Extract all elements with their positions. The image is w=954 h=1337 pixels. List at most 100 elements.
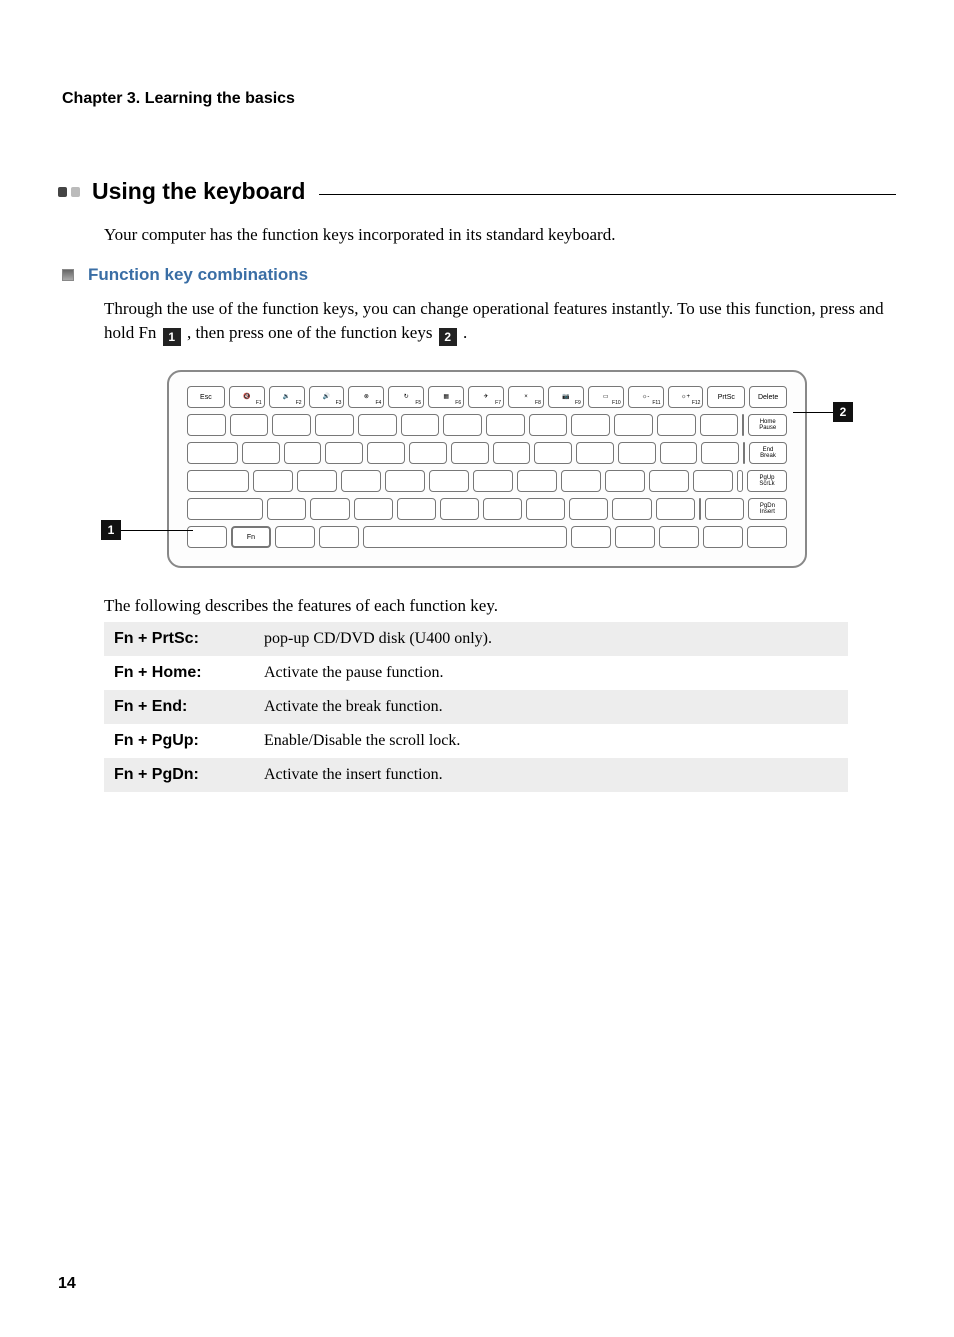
fk-desc: Activate the pause function. [254,656,848,690]
key-blank [605,470,645,492]
key-blank [571,526,611,548]
key-blank [701,442,739,464]
key-blank [705,498,744,520]
key-blank [319,526,359,548]
para-part-b: , then press one of the function keys [187,323,437,342]
fk-key: Fn + PrtSc: [104,622,254,656]
key-blank [325,442,363,464]
key-blank [187,498,263,520]
fk-desc: Activate the break function. [254,690,848,724]
key-blank [341,470,381,492]
table-row: Fn + PrtSc: pop-up CD/DVD disk (U400 onl… [104,622,848,656]
table-row: Fn + Home: Activate the pause function. [104,656,848,690]
key-blank [649,470,689,492]
key-blank [473,470,513,492]
section-bullet-icon [58,185,84,199]
key-blank [699,498,701,520]
keyboard-function-row: Esc 🔇F1 🔉F2 🔊F3 ⊗F4 ↻F5 ▦F6 ✈F7 ×F8 📷F9 … [187,386,787,408]
key-f3: 🔊F3 [309,386,345,408]
table-row: Fn + PgDn: Activate the insert function. [104,758,848,792]
key-f11: ☼-F11 [628,386,664,408]
key-blank [703,526,743,548]
key-blank [440,498,479,520]
key-blank [569,498,608,520]
key-blank [737,470,743,492]
fk-desc: pop-up CD/DVD disk (U400 only). [254,622,848,656]
key-blank [561,470,601,492]
key-blank [267,498,306,520]
key-blank [187,414,226,436]
key-blank [401,414,440,436]
key-fn: Fn [231,526,271,548]
fk-key: Fn + Home: [104,656,254,690]
callout-badge-1: 1 [101,520,121,540]
section-header: Using the keyboard [58,178,896,205]
key-blank [230,414,269,436]
fk-desc: Activate the insert function. [254,758,848,792]
key-blank [493,442,531,464]
key-blank [700,414,739,436]
key-blank [517,470,557,492]
key-blank [297,470,337,492]
keyboard-outline: Esc 🔇F1 🔉F2 🔊F3 ⊗F4 ↻F5 ▦F6 ✈F7 ×F8 📷F9 … [167,370,807,568]
fk-key: Fn + PgDn: [104,758,254,792]
key-f4: ⊗F4 [348,386,384,408]
key-pgup-scrlk: PgUp ScrLk [747,470,787,492]
fk-desc: Enable/Disable the scroll lock. [254,724,848,758]
key-blank [358,414,397,436]
key-blank [660,442,698,464]
key-f9: 📷F9 [548,386,584,408]
callout-badge-2: 2 [833,402,853,422]
keyboard-row-6: Fn [187,526,787,548]
section-dash [319,194,896,195]
key-blank [483,498,522,520]
key-space [363,526,567,548]
subsection-header: Function key combinations [62,265,896,285]
key-blank [529,414,568,436]
key-blank [612,498,651,520]
key-pgdn-insert: PgDn Insert [748,498,787,520]
key-f8: ×F8 [508,386,544,408]
key-blank [187,470,249,492]
key-blank [385,470,425,492]
key-blank [429,470,469,492]
key-blank [242,442,280,464]
key-blank [315,414,354,436]
chapter-heading: Chapter 3. Learning the basics [62,90,896,108]
key-blank [656,498,695,520]
key-blank [576,442,614,464]
callout-2: 2 [793,402,853,422]
key-f7: ✈F7 [468,386,504,408]
key-blank [743,442,745,464]
table-row: Fn + End: Activate the break function. [104,690,848,724]
keyboard-row-2: Home Pause [187,414,787,436]
key-blank [310,498,349,520]
intro-text: Your computer has the function keys inco… [104,223,896,247]
key-delete: Delete [749,386,787,408]
table-intro: The following describes the features of … [104,596,896,616]
key-f10: ▭F10 [588,386,624,408]
callout-badge-1-inline: 1 [163,328,181,346]
key-blank [272,414,311,436]
keyboard-row-3: End Break [187,442,787,464]
key-blank [275,526,315,548]
key-blank [571,414,610,436]
key-blank [284,442,322,464]
key-blank [451,442,489,464]
key-f2: 🔉F2 [269,386,305,408]
subsection-title: Function key combinations [88,265,308,285]
key-blank [618,442,656,464]
key-blank [614,414,653,436]
key-blank [443,414,482,436]
keyboard-row-5: PgDn Insert [187,498,787,520]
fk-key: Fn + End: [104,690,254,724]
key-end-break: End Break [749,442,787,464]
callout-badge-2-inline: 2 [439,328,457,346]
key-f6: ▦F6 [428,386,464,408]
key-blank [657,414,696,436]
page-number: 14 [58,1275,76,1293]
key-blank [409,442,447,464]
key-blank [486,414,525,436]
key-blank [693,470,733,492]
key-blank [526,498,565,520]
